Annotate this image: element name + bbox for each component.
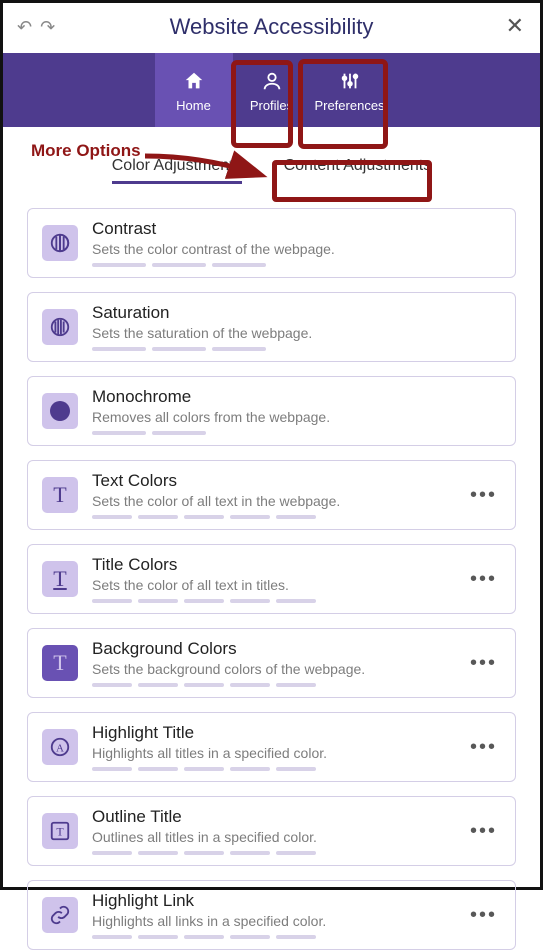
highlight-link-icon bbox=[42, 897, 78, 933]
card-title: Outline Title bbox=[92, 807, 452, 827]
home-icon bbox=[181, 68, 207, 94]
card-desc: Sets the saturation of the webpage. bbox=[92, 325, 501, 341]
card-desc: Sets the color of all text in the webpag… bbox=[92, 493, 452, 509]
title-colors-icon: T bbox=[42, 561, 78, 597]
undo-button[interactable]: ↶ bbox=[17, 17, 32, 38]
card-title: Saturation bbox=[92, 303, 501, 323]
close-button[interactable]: ✕ bbox=[506, 13, 524, 39]
nav-home-label: Home bbox=[176, 98, 211, 113]
profile-icon bbox=[259, 68, 285, 94]
card-highlight-title[interactable]: A Highlight Title Highlights all titles … bbox=[27, 712, 516, 782]
more-button[interactable]: ••• bbox=[466, 736, 501, 759]
nav-profiles[interactable]: Profiles bbox=[233, 53, 311, 127]
contrast-icon bbox=[42, 225, 78, 261]
main-nav: Home Profiles Preferences bbox=[3, 53, 540, 127]
card-outline-title[interactable]: T Outline Title Outlines all titles in a… bbox=[27, 796, 516, 866]
svg-text:A: A bbox=[56, 743, 64, 755]
preferences-icon bbox=[337, 68, 363, 94]
nav-profiles-label: Profiles bbox=[250, 98, 293, 113]
outline-title-icon: T bbox=[42, 813, 78, 849]
more-button[interactable]: ••• bbox=[466, 568, 501, 591]
more-button[interactable]: ••• bbox=[466, 820, 501, 843]
card-title: Background Colors bbox=[92, 639, 452, 659]
card-title: Highlight Title bbox=[92, 723, 452, 743]
card-desc: Highlights all titles in a specified col… bbox=[92, 745, 452, 761]
card-contrast[interactable]: Contrast Sets the color contrast of the … bbox=[27, 208, 516, 278]
card-title: Highlight Link bbox=[92, 891, 452, 911]
card-desc: Sets the color of all text in titles. bbox=[92, 577, 452, 593]
card-text-colors[interactable]: T Text Colors Sets the color of all text… bbox=[27, 460, 516, 530]
card-desc: Removes all colors from the webpage. bbox=[92, 409, 501, 425]
card-highlight-link[interactable]: Highlight Link Highlights all links in a… bbox=[27, 880, 516, 950]
card-saturation[interactable]: Saturation Sets the saturation of the we… bbox=[27, 292, 516, 362]
card-title: Text Colors bbox=[92, 471, 452, 491]
nav-home[interactable]: Home bbox=[155, 53, 233, 127]
highlight-title-icon: A bbox=[42, 729, 78, 765]
svg-text:T: T bbox=[56, 825, 64, 839]
background-colors-icon: T bbox=[42, 645, 78, 681]
more-button[interactable]: ••• bbox=[466, 652, 501, 675]
card-monochrome[interactable]: Monochrome Removes all colors from the w… bbox=[27, 376, 516, 446]
more-button[interactable]: ••• bbox=[466, 904, 501, 927]
tab-color-adjustments[interactable]: Color Adjustments bbox=[112, 157, 242, 184]
nav-preferences[interactable]: Preferences bbox=[311, 53, 389, 127]
card-title: Monochrome bbox=[92, 387, 501, 407]
card-desc: Sets the background colors of the webpag… bbox=[92, 661, 452, 677]
page-title: Website Accessibility bbox=[3, 14, 540, 40]
adjustment-list: Contrast Sets the color contrast of the … bbox=[3, 184, 540, 950]
monochrome-icon bbox=[42, 393, 78, 429]
more-button[interactable]: ••• bbox=[466, 484, 501, 507]
tab-content-adjustments[interactable]: Content Adjustments bbox=[284, 157, 432, 184]
card-desc: Highlights all links in a specified colo… bbox=[92, 913, 452, 929]
annotation-label: More Options bbox=[31, 141, 141, 161]
saturation-icon bbox=[42, 309, 78, 345]
card-title: Contrast bbox=[92, 219, 501, 239]
nav-preferences-label: Preferences bbox=[314, 98, 384, 113]
text-colors-icon: T bbox=[42, 477, 78, 513]
redo-button[interactable]: ↷ bbox=[40, 17, 55, 38]
card-desc: Sets the color contrast of the webpage. bbox=[92, 241, 501, 257]
card-background-colors[interactable]: T Background Colors Sets the background … bbox=[27, 628, 516, 698]
card-desc: Outlines all titles in a specified color… bbox=[92, 829, 452, 845]
card-title-colors[interactable]: T Title Colors Sets the color of all tex… bbox=[27, 544, 516, 614]
card-title: Title Colors bbox=[92, 555, 452, 575]
